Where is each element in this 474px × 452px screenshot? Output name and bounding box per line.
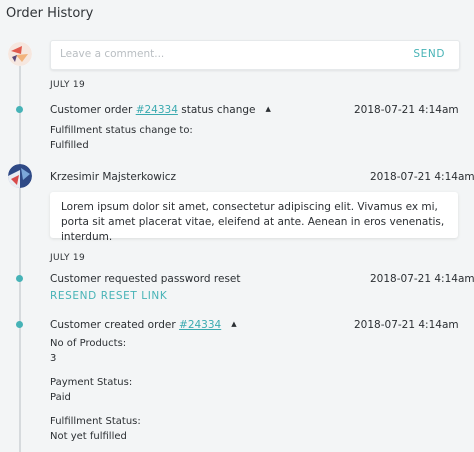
date-label: JULY 19 bbox=[50, 80, 85, 90]
event-title-text: Customer created order bbox=[50, 319, 180, 331]
detail-label: Fulfillment status change to: bbox=[50, 125, 193, 136]
comment-author: Krzesimir Majsterkowicz bbox=[50, 171, 177, 183]
comment-text: Lorem ipsum dolor sit amet, consectetur … bbox=[61, 201, 445, 243]
comment-input[interactable] bbox=[58, 47, 382, 61]
detail-label: No of Products: bbox=[50, 338, 127, 349]
resend-reset-link[interactable]: RESEND RESET LINK bbox=[50, 290, 167, 302]
detail-value: Paid bbox=[50, 392, 71, 403]
order-link[interactable]: #24334 bbox=[136, 104, 178, 116]
event-timestamp: 2018-07-21 4:14am bbox=[370, 273, 474, 285]
timeline-dot bbox=[16, 275, 23, 282]
detail-label: Payment Status: bbox=[50, 377, 133, 388]
event-title: Customer order #24334 status change ▲ bbox=[50, 104, 271, 116]
date-label: JULY 19 bbox=[50, 253, 85, 263]
event-timestamp: 2018-07-21 4:14am bbox=[354, 319, 459, 331]
event-title: Customer requested password reset bbox=[50, 273, 241, 285]
timeline-dot bbox=[16, 321, 23, 328]
detail-value: Fulfilled bbox=[50, 140, 89, 151]
order-link[interactable]: #24334 bbox=[179, 319, 221, 331]
collapse-caret-icon[interactable]: ▲ bbox=[231, 320, 236, 328]
timeline-line bbox=[19, 66, 21, 452]
detail-value: Not yet fulfilled bbox=[50, 431, 127, 442]
comment-form: SEND bbox=[50, 40, 460, 70]
timeline-dot bbox=[16, 106, 23, 113]
event-title-suffix: status change bbox=[177, 104, 256, 116]
collapse-caret-icon[interactable]: ▲ bbox=[265, 105, 270, 113]
detail-value: 3 bbox=[50, 353, 57, 364]
comment-timestamp: 2018-07-21 4:14am bbox=[370, 171, 474, 183]
author-avatar bbox=[8, 164, 32, 188]
event-timestamp: 2018-07-21 4:14am bbox=[354, 104, 459, 116]
page-title: Order History bbox=[6, 6, 94, 21]
current-user-avatar bbox=[8, 42, 32, 66]
event-title: Customer created order #24334 ▲ bbox=[50, 319, 237, 331]
event-title-text: Customer order bbox=[50, 104, 136, 116]
detail-label: Fulfillment Status: bbox=[50, 416, 141, 427]
send-button[interactable]: SEND bbox=[413, 48, 445, 60]
comment-card: Lorem ipsum dolor sit amet, consectetur … bbox=[50, 192, 458, 243]
